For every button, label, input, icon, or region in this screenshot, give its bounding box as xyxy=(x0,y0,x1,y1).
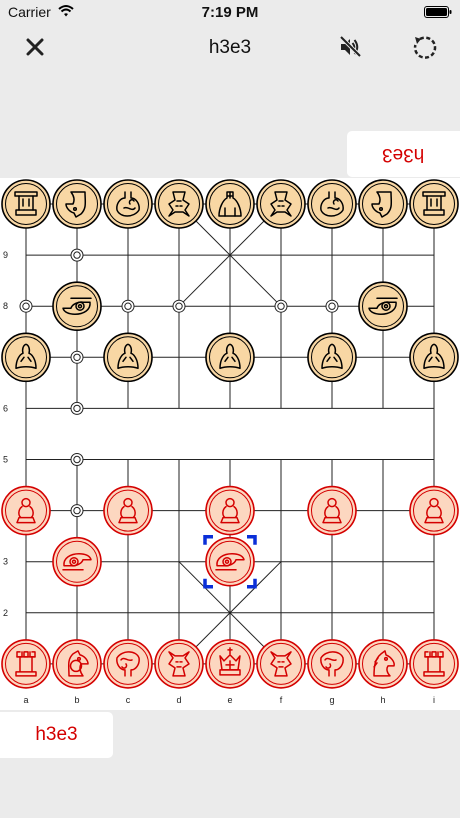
black-general-piece[interactable] xyxy=(205,179,255,229)
red-soldier-piece[interactable] xyxy=(307,485,357,536)
rank-label: 2 xyxy=(3,608,8,618)
black-horse-piece[interactable] xyxy=(52,179,102,229)
black-elephant-piece[interactable] xyxy=(103,179,153,229)
opponent-move-box: h3e3 xyxy=(347,131,460,177)
file-label: i xyxy=(433,695,435,705)
nav-bar: h3e3 xyxy=(0,24,460,70)
board-canvas[interactable]: 9 8 6 5 3 2 a b c d e f g h i xyxy=(0,178,460,710)
move-hint-marker[interactable] xyxy=(70,350,84,364)
black-soldier-piece[interactable] xyxy=(103,332,153,383)
black-advisor-piece[interactable] xyxy=(256,179,306,229)
rank-label: 8 xyxy=(3,301,8,311)
red-chariot-piece[interactable] xyxy=(1,639,51,689)
red-cannon-piece[interactable] xyxy=(52,536,102,587)
red-cannon-piece[interactable] xyxy=(205,536,255,587)
black-advisor-piece[interactable] xyxy=(154,179,204,229)
black-chariot-piece[interactable] xyxy=(1,179,51,229)
my-move-label: h3e3 xyxy=(35,724,78,745)
red-elephant-piece[interactable] xyxy=(307,639,357,689)
speaker-muted-icon xyxy=(339,35,362,58)
red-horse-piece[interactable] xyxy=(358,639,408,689)
black-soldier-piece[interactable] xyxy=(409,332,459,383)
my-move-box: h3e3 xyxy=(0,712,113,758)
move-hint-marker[interactable] xyxy=(172,299,186,313)
black-soldier-piece[interactable] xyxy=(307,332,357,383)
black-cannon-piece[interactable] xyxy=(52,281,102,331)
move-hint-marker[interactable] xyxy=(121,299,135,313)
move-hint-marker[interactable] xyxy=(70,504,84,518)
move-hint-marker[interactable] xyxy=(70,401,84,415)
file-label: h xyxy=(380,695,385,705)
black-soldier-piece[interactable] xyxy=(1,332,51,383)
battery-icon xyxy=(424,6,452,18)
opponent-move-label: h3e3 xyxy=(382,144,425,165)
red-horse-piece[interactable] xyxy=(52,639,102,689)
red-soldier-piece[interactable] xyxy=(1,485,51,536)
black-chariot-piece[interactable] xyxy=(409,179,459,229)
file-label: b xyxy=(74,695,79,705)
file-label: e xyxy=(227,695,232,705)
black-elephant-piece[interactable] xyxy=(307,179,357,229)
file-label: g xyxy=(329,695,334,705)
rank-label: 6 xyxy=(3,403,8,413)
clock: 7:19 PM xyxy=(201,4,259,21)
red-advisor-piece[interactable] xyxy=(256,639,306,689)
file-label: f xyxy=(280,695,283,705)
move-hint-marker[interactable] xyxy=(325,299,339,313)
mute-button[interactable] xyxy=(335,32,365,62)
status-bar: Carrier 7:19 PM xyxy=(0,0,460,24)
page-title: h3e3 xyxy=(208,37,252,58)
file-label: c xyxy=(126,695,131,705)
xiangqi-board[interactable]: 9 8 6 5 3 2 a b c d e f g h i xyxy=(0,178,460,710)
red-soldier-piece[interactable] xyxy=(103,485,153,536)
red-advisor-piece[interactable] xyxy=(154,639,204,689)
black-cannon-piece[interactable] xyxy=(358,281,408,331)
restart-icon xyxy=(413,36,437,59)
restart-button[interactable] xyxy=(410,32,440,62)
move-hint-marker[interactable] xyxy=(70,453,84,466)
red-elephant-piece[interactable] xyxy=(103,639,153,689)
file-label: d xyxy=(176,695,181,705)
rank-label: 9 xyxy=(3,250,8,260)
move-hint-marker[interactable] xyxy=(70,248,84,262)
black-soldier-piece[interactable] xyxy=(205,332,255,383)
black-horse-piece[interactable] xyxy=(358,179,408,229)
file-label: a xyxy=(23,695,28,705)
red-chariot-piece[interactable] xyxy=(409,639,459,689)
red-general-piece[interactable] xyxy=(205,639,255,689)
move-hint-marker[interactable] xyxy=(19,299,33,313)
rank-label: 3 xyxy=(3,557,8,567)
board-grid xyxy=(25,203,435,665)
red-soldier-piece[interactable] xyxy=(409,485,459,536)
rank-label: 5 xyxy=(3,455,8,465)
move-hint-marker[interactable] xyxy=(274,299,288,313)
red-soldier-piece[interactable] xyxy=(205,485,255,536)
